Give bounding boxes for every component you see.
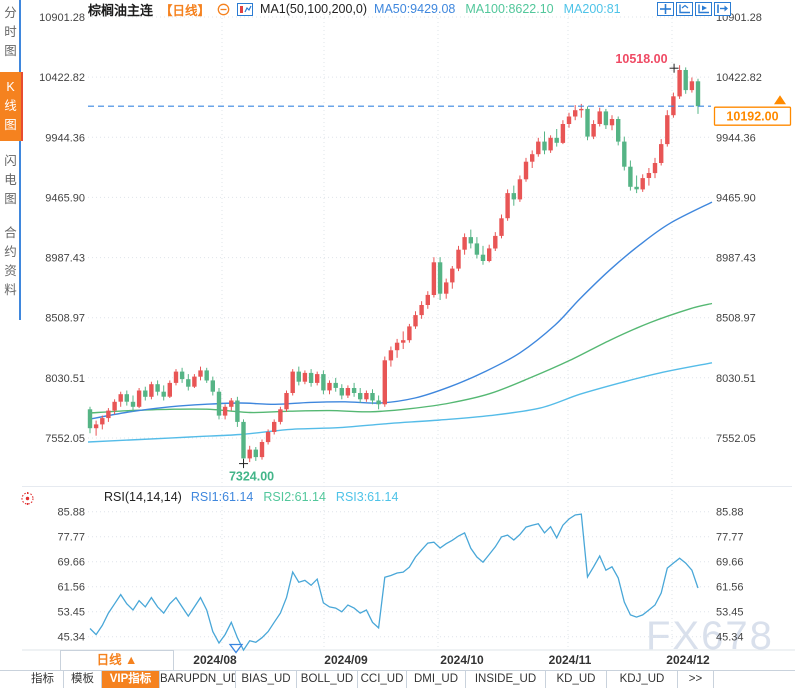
svg-text:7324.00: 7324.00: [229, 470, 274, 484]
svg-text:8030.51: 8030.51: [716, 373, 756, 385]
sidebar-tab-2[interactable]: 闪电图: [0, 152, 21, 209]
svg-text:10518.00: 10518.00: [615, 52, 667, 66]
indicator-tab-11[interactable]: >>: [678, 671, 714, 688]
svg-text:69.66: 69.66: [716, 557, 744, 569]
crosshair-icon[interactable]: [657, 2, 674, 16]
x-axis-label-2: 2024/10: [440, 653, 484, 667]
ma-value-labels: MA50:9429.08 MA100:8622.10 MA200:81: [374, 2, 631, 16]
chart-canvas[interactable]: 10901.28 10901.2810422.82 10422.829944.36 9…: [0, 0, 795, 688]
indicator-tab-8[interactable]: INSIDE_UD: [466, 671, 546, 688]
up-arrow-icon: [774, 95, 786, 105]
indicator-settings-icon[interactable]: [20, 491, 35, 506]
symbol-title: 棕榈油主连: [88, 2, 154, 18]
indicator-tab-bar: 指标 模板 VIP指标 BARUPDN_UD BIAS_UD BOLL_UD CCI_UD D…: [0, 670, 795, 688]
rsi-value-labels: RSI1:61.14 RSI2:61.14 RSI3:61.14: [191, 490, 409, 504]
svg-text:45.34: 45.34: [716, 632, 744, 644]
rsi-line: [89, 513, 699, 652]
svg-text:10192.00: 10192.00: [726, 110, 778, 124]
ma-label-2: MA200:81: [563, 2, 621, 16]
ma50-line: [87, 201, 713, 421]
last-price-tag: 10192.00: [713, 106, 792, 126]
chart-type-sidebar: 分时图 K线图闪电图合约资料: [0, 0, 21, 688]
kline-chart-icon[interactable]: [237, 2, 254, 16]
svg-text:85.88: 85.88: [57, 507, 85, 519]
svg-text:7552.05: 7552.05: [716, 433, 756, 445]
svg-text:9465.90: 9465.90: [45, 192, 85, 204]
svg-text:61.56: 61.56: [57, 582, 85, 594]
sidebar-tab-3[interactable]: 合约资料: [0, 224, 21, 300]
ma-formula-label: MA1(50,100,200,0): [260, 2, 368, 16]
svg-text:8508.97: 8508.97: [45, 313, 85, 325]
svg-text:8508.97: 8508.97: [716, 313, 756, 325]
svg-text:7552.05: 7552.05: [45, 433, 85, 445]
svg-text:8030.51: 8030.51: [45, 373, 85, 385]
high-annotation: 10518.00: [615, 52, 679, 73]
x-axis-label-1: 2024/09: [324, 653, 368, 667]
indicator-tab-6[interactable]: CCI_UD: [358, 671, 407, 688]
indicator-tab-10[interactable]: KDJ_UD: [607, 671, 678, 688]
svg-text:10422.82: 10422.82: [39, 72, 85, 84]
rsi-label-1: RSI2:61.14: [263, 489, 326, 504]
indicator-tab-5[interactable]: BOLL_UD: [297, 671, 358, 688]
svg-text:8987.43: 8987.43: [45, 253, 85, 265]
sidebar-tab-0[interactable]: 分时图: [0, 4, 21, 61]
svg-text:9465.90: 9465.90: [716, 192, 756, 204]
pan-right-icon[interactable]: [714, 2, 731, 16]
indicator-tab-7[interactable]: DMI_UD: [407, 671, 466, 688]
svg-text:10422.82: 10422.82: [716, 72, 762, 84]
indicator-tab-3[interactable]: BARUPDN_UD: [160, 671, 236, 688]
x-axis-label-3: 2024/11: [548, 653, 592, 667]
svg-text:8987.43: 8987.43: [716, 253, 756, 265]
period-selector-button[interactable]: 日线 ▲: [60, 650, 174, 671]
time-axis: 日线 ▲ 2024/08 2024/09 2024/10 2024/11 2024/12: [0, 650, 795, 671]
minus-circle-icon[interactable]: [217, 3, 230, 16]
svg-text:45.34: 45.34: [57, 632, 85, 644]
svg-text:9944.36: 9944.36: [45, 132, 85, 144]
indicator-tab-0[interactable]: 指标: [22, 671, 64, 688]
svg-text:61.56: 61.56: [716, 582, 744, 594]
indicator-tab-1[interactable]: 模板: [64, 671, 102, 688]
indicator-tab-9[interactable]: KD_UD: [546, 671, 607, 688]
chart-header: 棕榈油主连 【日线】 MA1(50,100,200,0) MA50:9429.0…: [88, 1, 631, 18]
x-axis-label-4: 2024/12: [666, 653, 710, 667]
chart-toolbar: [657, 2, 731, 16]
svg-text:53.45: 53.45: [716, 607, 744, 619]
axis-play-icon[interactable]: [695, 2, 712, 16]
rsi-header: RSI(14,14,14) RSI1:61.14 RSI2:61.14 RSI3:6…: [104, 489, 408, 504]
ma100-line: [87, 302, 713, 414]
ma-label-0: MA50:9429.08: [374, 2, 456, 16]
svg-text:10901.28: 10901.28: [39, 12, 85, 24]
rsi-label-0: RSI1:61.14: [190, 489, 254, 504]
ma-label-1: MA100:8622.10: [465, 2, 554, 16]
svg-text:53.45: 53.45: [57, 607, 85, 619]
svg-text:85.88: 85.88: [716, 507, 744, 519]
svg-text:69.66: 69.66: [57, 557, 85, 569]
svg-text:9944.36: 9944.36: [716, 132, 756, 144]
axis-zoom-icon[interactable]: [676, 2, 693, 16]
period-tag: 【日线】: [160, 3, 211, 18]
rsi-label-2: RSI3:61.14: [335, 489, 399, 504]
svg-text:77.77: 77.77: [57, 532, 85, 544]
rsi-title: RSI(14,14,14): [104, 489, 182, 504]
low-annotation: 7324.00: [229, 459, 274, 484]
indicator-tab-2[interactable]: VIP指标: [102, 671, 160, 688]
x-axis-label-0: 2024/08: [193, 653, 237, 667]
svg-text:77.77: 77.77: [716, 532, 744, 544]
sidebar-tab-1[interactable]: K线图: [0, 72, 21, 141]
indicator-tab-4[interactable]: BIAS_UD: [236, 671, 297, 688]
